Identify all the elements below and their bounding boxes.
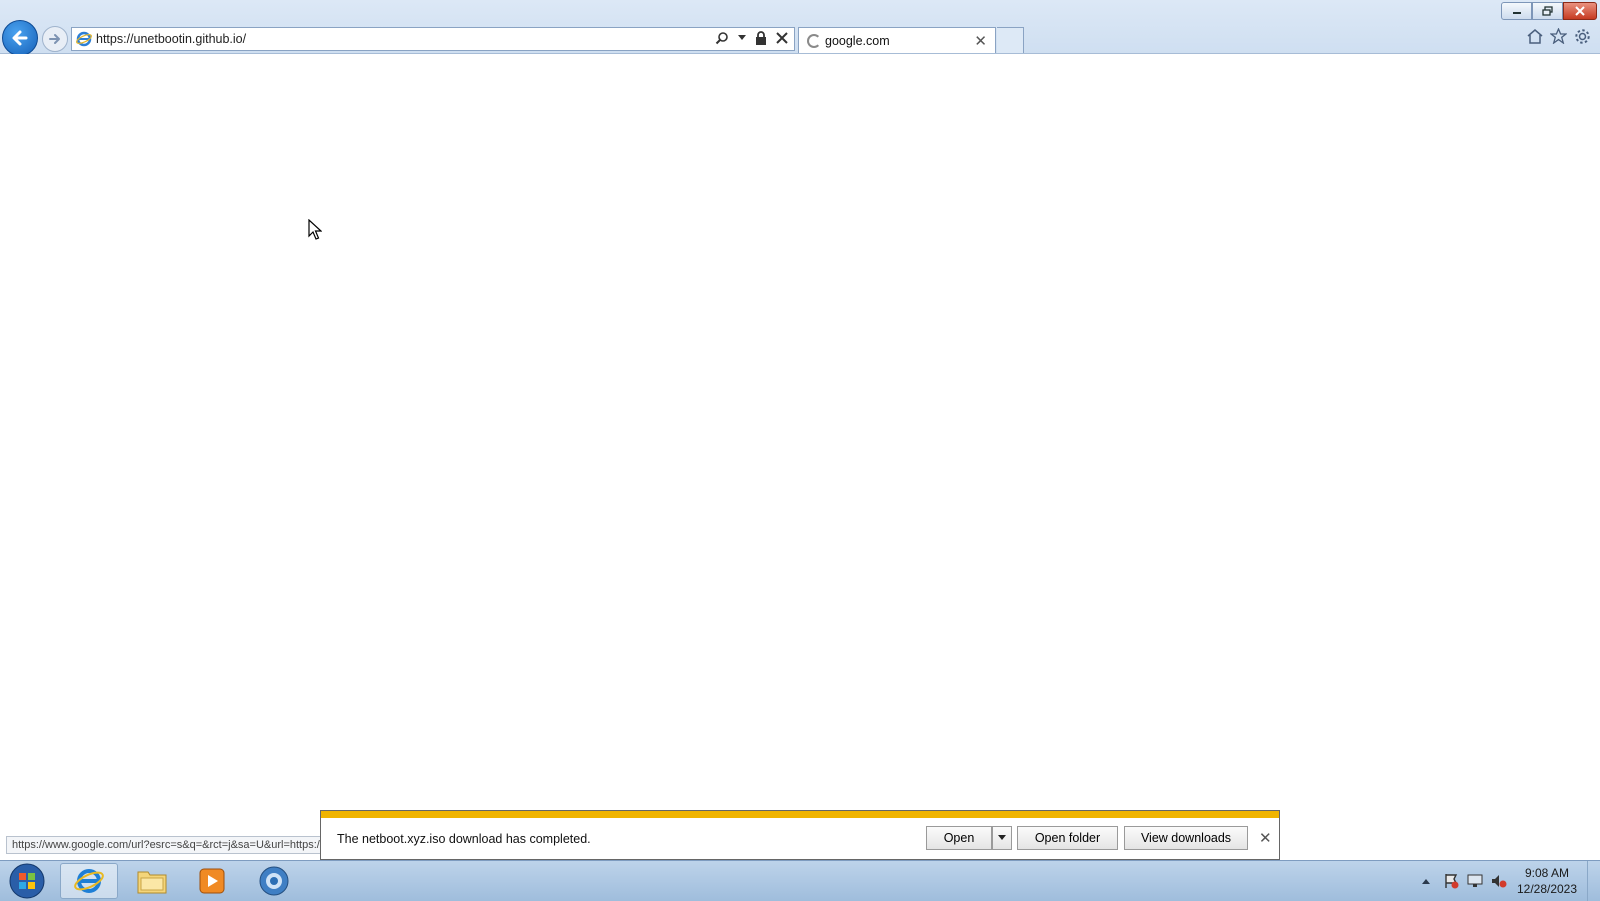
chevron-down-icon: [998, 835, 1006, 840]
view-downloads-button[interactable]: View downloads: [1124, 826, 1248, 850]
open-button[interactable]: Open: [926, 826, 992, 850]
minimize-icon: [1512, 12, 1521, 14]
restore-icon: [1542, 6, 1553, 16]
media-player-icon: [199, 868, 225, 894]
tab-title: google.com: [825, 34, 890, 48]
taskbar-media-player[interactable]: [184, 863, 240, 899]
file-explorer-icon: [137, 871, 167, 894]
show-hidden-icons-icon[interactable]: [1421, 873, 1431, 888]
notification-accent-bar: [321, 811, 1279, 818]
open-dropdown-button[interactable]: [992, 826, 1012, 850]
browser-globe-icon: [259, 866, 289, 896]
search-icon[interactable]: [715, 31, 729, 45]
back-arrow-icon: [12, 30, 28, 46]
taskbar-file-explorer[interactable]: [124, 863, 180, 899]
close-icon: [1575, 6, 1585, 16]
system-clock[interactable]: 9:08 AM 12/28/2023: [1512, 865, 1582, 897]
mouse-cursor-icon: [308, 219, 322, 240]
page-content[interactable]: [0, 54, 1600, 860]
internet-explorer-icon: [74, 869, 104, 893]
back-button[interactable]: [2, 20, 38, 56]
home-icon[interactable]: [1526, 28, 1544, 47]
forward-button[interactable]: [42, 26, 68, 52]
address-bar[interactable]: https://unetbootin.github.io/: [71, 27, 795, 51]
taskbar: 9:08 AM 12/28/2023: [0, 860, 1600, 901]
tab-google[interactable]: google.com ✕: [798, 27, 996, 53]
download-notification-bar: The netboot.xyz.iso download has complet…: [320, 810, 1280, 860]
forward-arrow-icon: [49, 34, 60, 44]
volume-muted-icon[interactable]: [1491, 873, 1507, 892]
minimize-button[interactable]: [1501, 2, 1532, 20]
taskbar-internet-explorer[interactable]: [60, 863, 118, 899]
stop-icon[interactable]: [776, 32, 788, 44]
new-tab-button[interactable]: [997, 27, 1024, 53]
download-message: The netboot.xyz.iso download has complet…: [337, 832, 591, 846]
clock-time: 9:08 AM: [1524, 866, 1570, 880]
network-icon[interactable]: [1467, 873, 1483, 892]
gear-icon[interactable]: [1574, 28, 1591, 48]
open-folder-button[interactable]: Open folder: [1017, 826, 1118, 850]
restore-button[interactable]: [1532, 2, 1563, 20]
favorites-star-icon[interactable]: [1549, 27, 1568, 47]
search-dropdown-icon[interactable]: [738, 35, 746, 41]
start-button[interactable]: [4, 863, 50, 899]
tab-close-icon[interactable]: ✕: [974, 32, 987, 50]
show-desktop-button[interactable]: [1587, 861, 1600, 901]
loading-spinner-icon: [807, 34, 821, 48]
taskbar-browser[interactable]: [246, 863, 302, 899]
notification-close-icon[interactable]: ✕: [1259, 829, 1272, 847]
action-center-flag-icon[interactable]: [1443, 873, 1459, 892]
lock-icon[interactable]: [755, 31, 767, 45]
close-window-button[interactable]: [1563, 2, 1597, 20]
clock-date: 12/28/2023: [1516, 882, 1578, 896]
address-url: https://unetbootin.github.io/: [96, 32, 247, 46]
windows-start-icon: [9, 863, 45, 899]
page-favicon-icon: [76, 31, 92, 50]
browser-chrome: https://unetbootin.github.io/ google.com…: [0, 0, 1600, 56]
